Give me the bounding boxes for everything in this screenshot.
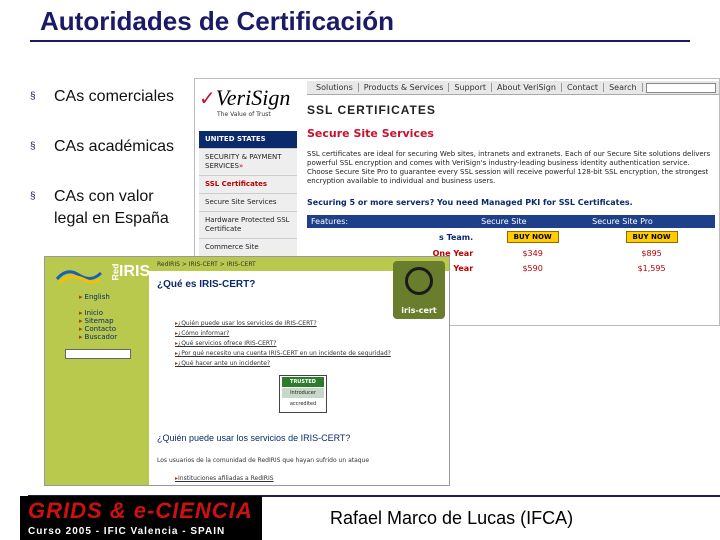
buy-now-button[interactable]: BUY NOW (506, 231, 559, 243)
sidebar-item-region[interactable]: UNITED STATES (199, 131, 297, 149)
bullet-text: CAs académicas (54, 138, 175, 155)
title-underline (30, 40, 690, 42)
section-paragraph: SSL certificates are ideal for securing … (307, 150, 711, 185)
section-heading: ¿Quién puede usar los servicios de IRIS-… (157, 433, 351, 443)
teams-text: s Team. (439, 232, 474, 242)
buy-now-button[interactable]: BUY NOW (625, 231, 678, 243)
nav-item-solutions[interactable]: Solutions (311, 83, 359, 92)
sidebar-item-commerce[interactable]: Commerce Site (199, 239, 297, 257)
bullet-marker: § (30, 91, 36, 102)
rediris-swirl-icon (55, 270, 103, 285)
sidebar-link-english[interactable]: English (79, 293, 110, 301)
slide: Autoridades de Certificación § CAs comer… (0, 0, 720, 540)
checkmark-icon: ✓ (199, 86, 216, 110)
nav-item-support[interactable]: Support (449, 83, 492, 92)
bullet-text: CAs comerciales (54, 88, 175, 105)
banner-subtitle: Curso 2005 - IFIC Valencia - SPAIN (28, 526, 226, 537)
trusted-introducer-badge[interactable]: TRUSTED Introducer accredited (279, 375, 327, 413)
bullet-list: § CAs comerciales § CAs académicas § CAs… (30, 86, 190, 258)
list-item[interactable]: ¿Por qué necesito una cuenta IRIS-CERT e… (175, 349, 391, 359)
search-input[interactable] (65, 349, 131, 359)
nav-item-search[interactable]: Search (604, 83, 643, 92)
section-heading: ¿Qué es IRIS-CERT? (157, 279, 256, 290)
verisign-header: SSL CERTIFICATES (307, 103, 436, 117)
price-cell: $1,595 (637, 264, 666, 273)
price-cell: $349 (522, 249, 543, 258)
keys-icon (405, 267, 433, 295)
rediris-sidebar: Red IRIS English Inicio Sitemap Contacto… (45, 257, 150, 485)
list-item[interactable]: ¿Qué servicios ofrece IRIS-CERT? (175, 339, 391, 349)
managed-pki-link[interactable]: Securing 5 or more servers? You need Man… (307, 198, 715, 207)
sidebar-link-buscador[interactable]: Buscador (79, 333, 118, 341)
nav-item-products[interactable]: Products & Services (359, 83, 450, 92)
faq-list: ¿Quién puede usar los servicios de IRIS-… (175, 319, 391, 369)
banner-title: GRIDS & e-CIENCIA (28, 498, 253, 523)
list-item[interactable]: Instituciones afiliadas a RedIRIS (175, 475, 274, 482)
table-header: Secure Site Pro (588, 215, 715, 228)
slide-title: Autoridades de Certificación (40, 6, 394, 36)
bullet-marker: § (30, 141, 36, 152)
section-paragraph: Los usuarios de la comunidad de RedIRIS … (157, 457, 370, 464)
author-name: Rafael Marco de Lucas (IFCA) (330, 508, 574, 528)
rediris-screenshot: Red IRIS English Inicio Sitemap Contacto… (44, 256, 450, 486)
sidebar-link-inicio[interactable]: Inicio (79, 309, 104, 317)
list-item[interactable]: ¿Quién puede usar los servicios de IRIS-… (175, 319, 391, 329)
bullet-item: § CAs comerciales (30, 86, 190, 108)
price-cell: $590 (522, 264, 543, 273)
section-subtitle: Secure Site Services (307, 127, 434, 140)
bullet-marker: § (30, 191, 36, 202)
table-header: Secure Site (477, 215, 589, 228)
table-row: s Team. BUY NOW BUY NOW (307, 228, 715, 246)
bullet-text: CAs con valor legal en España (54, 188, 169, 227)
rediris-logo[interactable]: Red IRIS (51, 261, 150, 291)
price-cell: $895 (641, 249, 662, 258)
iris-cert-badge: iris-cert (393, 261, 445, 319)
sidebar-item-ssl[interactable]: SSL Certificates (199, 176, 297, 194)
sidebar-item-hardware[interactable]: Hardware Protected SSL Certificate (199, 212, 297, 239)
list-item[interactable]: ¿Qué hacer ante un incidente? (175, 359, 391, 369)
sidebar-link-sitemap[interactable]: Sitemap (79, 317, 114, 325)
verisign-logo[interactable]: ✓VeriSign The Value of Trust (199, 85, 299, 125)
verisign-main: Secure Site Services SSL certificates ar… (307, 127, 715, 276)
table-header: Features: (307, 215, 478, 228)
course-banner: GRIDS & e-CIENCIA Curso 2005 - IFIC Vale… (20, 496, 262, 540)
sidebar-item-security[interactable]: SECURITY & PAYMENT SERVICES» (199, 149, 297, 176)
list-item[interactable]: ¿Cómo informar? (175, 329, 391, 339)
sidebar-link-contacto[interactable]: Contacto (79, 325, 117, 333)
bullet-item: § CAs académicas (30, 136, 190, 158)
nav-item-about[interactable]: About VeriSign (492, 83, 562, 92)
chevron-right-icon: » (238, 162, 244, 170)
search-input[interactable] (645, 82, 716, 93)
verisign-nav: Solutions Products & Services Support Ab… (307, 81, 719, 95)
sidebar-item-secure-site[interactable]: Secure Site Services (199, 194, 297, 212)
bullet-item: § CAs con valor legal en España (30, 186, 190, 230)
nav-item-contact[interactable]: Contact (562, 83, 605, 92)
